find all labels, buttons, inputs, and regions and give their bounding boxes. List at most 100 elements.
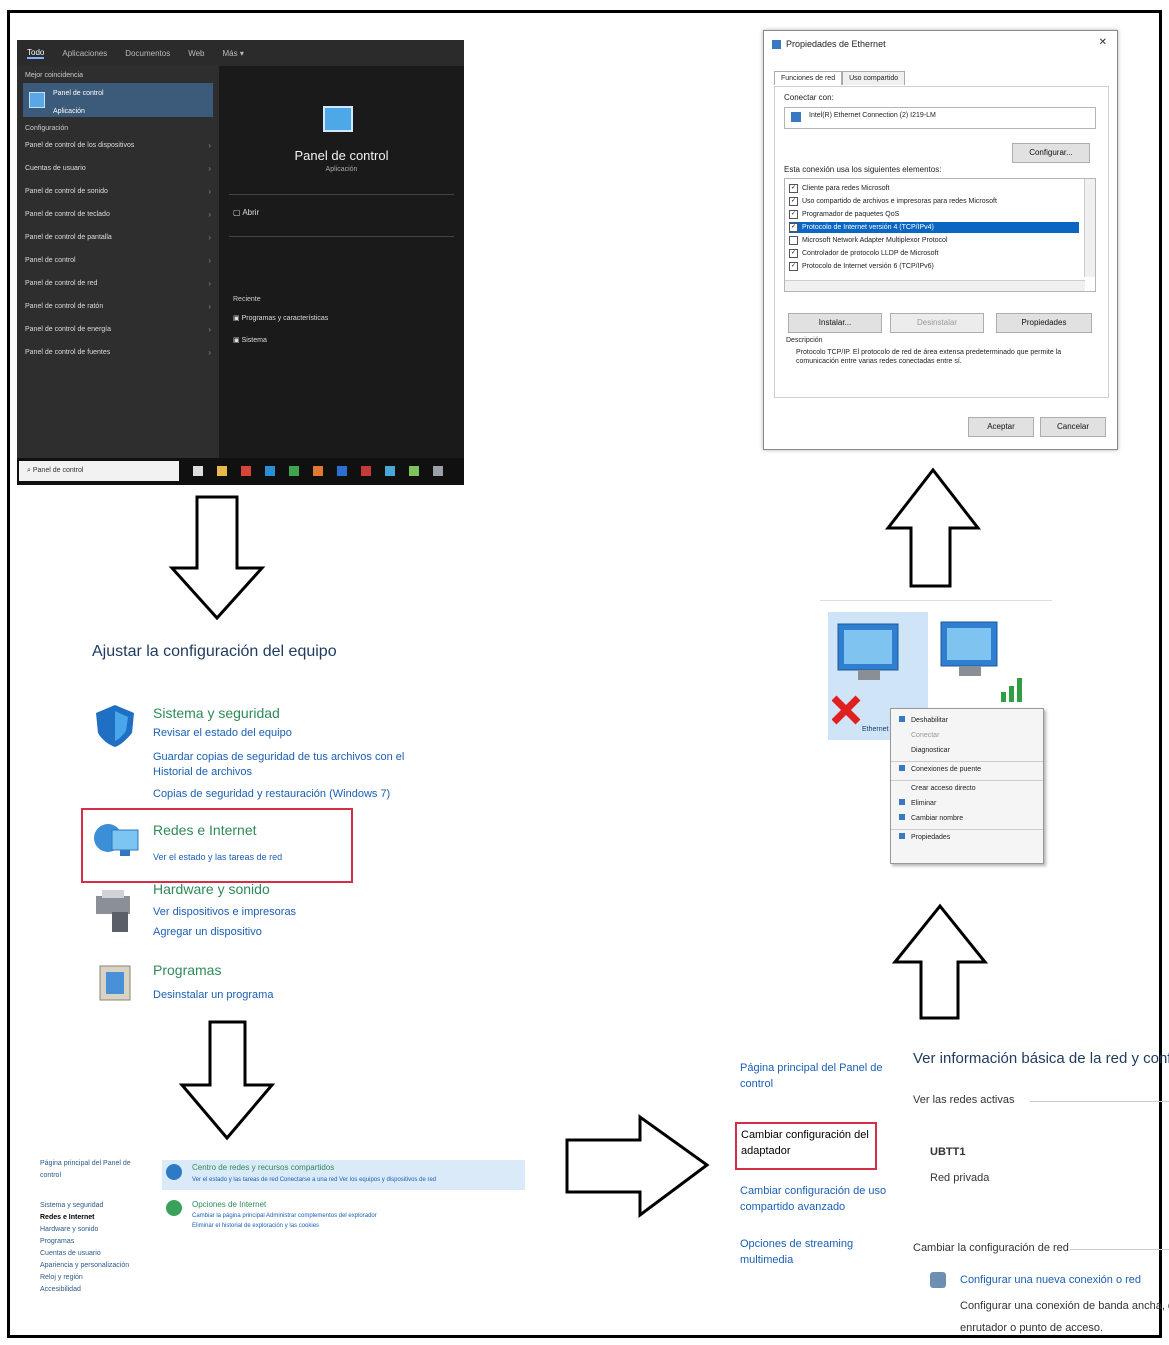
- component-item[interactable]: ✓ Protocolo de Internet versión 6 (TCP/IP…: [789, 261, 1079, 272]
- arrow-down-1: [168, 495, 266, 621]
- checkbox-checked: ✓: [789, 196, 798, 206]
- sidebar-link[interactable]: Hardware y sonido: [40, 1224, 150, 1236]
- menu-item-shortcut[interactable]: Crear acceso directo: [891, 780, 1043, 796]
- category-title-hardware[interactable]: Hardware y sonido: [153, 881, 270, 897]
- new-connection-icon: [930, 1272, 946, 1288]
- shield-icon: [899, 799, 905, 805]
- checkbox-checked: ✓: [789, 261, 798, 271]
- shield-icon: [899, 814, 905, 820]
- component-item[interactable]: ✓ Cliente para redes Microsoft: [789, 183, 1079, 194]
- sidebar-link[interactable]: Reloj y región: [40, 1272, 150, 1284]
- sidebar-link-home[interactable]: Página principal del Panel de control: [740, 1060, 890, 1092]
- close-icon[interactable]: ✕: [1099, 37, 1107, 48]
- component-item[interactable]: Microsoft Network Adapter Multiplexor Pr…: [789, 235, 1079, 246]
- category-link[interactable]: Agregar un dispositivo: [153, 925, 262, 940]
- ok-button[interactable]: Aceptar: [968, 417, 1034, 437]
- category-link[interactable]: Revisar el estado del equipo: [153, 726, 438, 741]
- menu-item-disable[interactable]: Deshabilitar: [891, 713, 1043, 728]
- sidebar-link[interactable]: Opciones de streaming multimedia: [740, 1236, 890, 1268]
- divider: [1030, 1101, 1169, 1102]
- component-item[interactable]: ✓ Programador de paquetes QoS: [789, 209, 1079, 220]
- dialog-title: Propiedades de Ethernet: [786, 39, 886, 49]
- change-adapter-settings-link[interactable]: Cambiar configuración del adaptador: [741, 1127, 873, 1159]
- menu-item-bridge[interactable]: Conexiones de puente: [891, 761, 1043, 777]
- sidebar-link-active[interactable]: Redes e Internet: [40, 1212, 150, 1224]
- network-adapter-icon: [791, 112, 801, 122]
- network-icon: [772, 40, 781, 49]
- properties-button[interactable]: Propiedades: [996, 313, 1092, 333]
- category-title-programs[interactable]: Programas: [153, 962, 221, 978]
- setup-description: enrutador o punto de acceso.: [960, 1322, 1104, 1334]
- sidebar-link[interactable]: Sistema y seguridad: [40, 1200, 150, 1212]
- shield-icon: [899, 716, 905, 722]
- install-button[interactable]: Instalar...: [788, 313, 882, 333]
- checkbox-checked: ✓: [789, 209, 798, 219]
- sidebar-link[interactable]: Cambiar configuración de uso compartido …: [740, 1183, 890, 1215]
- setup-connection-link[interactable]: Configurar una nueva conexión o red: [960, 1272, 1141, 1288]
- shield-icon: [96, 705, 134, 747]
- arrow-right: [565, 1114, 710, 1218]
- shield-icon: [899, 765, 905, 771]
- vertical-scrollbar[interactable]: [1084, 179, 1095, 277]
- dialog-tabs: Funciones de red Uso compartido: [774, 71, 906, 85]
- component-item-selected[interactable]: ✓ Protocolo de Internet versión 4 (TCP/IP…: [789, 222, 1079, 233]
- category-link[interactable]: Ver dispositivos e impresoras: [153, 905, 296, 920]
- menu-item-connect: Conectar: [911, 732, 940, 739]
- network-center-title[interactable]: Centro de redes y recursos compartidos: [192, 1163, 334, 1172]
- wifi-adapter-icon[interactable]: [935, 616, 1030, 711]
- change-network-label: Cambiar la configuración de red: [913, 1242, 1069, 1254]
- category-link[interactable]: Copias de seguridad y restauración (Wind…: [153, 787, 438, 802]
- category-title-networks[interactable]: Redes e Internet: [153, 822, 257, 838]
- components-list[interactable]: ✓ Cliente para redes Microsoft ✓ Uso compa…: [784, 178, 1096, 292]
- tab-networking[interactable]: Funciones de red: [774, 71, 843, 85]
- sidebar-link[interactable]: Programas: [40, 1236, 150, 1248]
- network-type: Red privada: [930, 1172, 990, 1184]
- description-label: Descripción: [786, 337, 823, 344]
- setup-description: Configurar una conexión de banda ancha, …: [960, 1300, 1169, 1312]
- shield-icon: [899, 833, 905, 839]
- arrow-up-2: [884, 467, 982, 588]
- horizontal-scrollbar[interactable]: [785, 280, 1085, 291]
- internet-options-links[interactable]: Cambiar la página principal Administrar …: [192, 1213, 377, 1219]
- menu-item-rename[interactable]: Cambiar nombre: [891, 811, 1043, 826]
- sidebar-link[interactable]: Apariencia y personalización: [40, 1260, 150, 1272]
- adapter-name: Intel(R) Ethernet Connection (2) I219-LM: [809, 112, 936, 119]
- description-text: Protocolo TCP/IP. El protocolo de red de…: [796, 349, 1062, 365]
- ethernet-properties-dialog: Propiedades de Ethernet ✕ Funciones de r…: [763, 30, 1118, 450]
- active-networks-label: Ver las redes activas: [913, 1094, 1015, 1106]
- tab-sharing[interactable]: Uso compartido: [842, 71, 906, 85]
- network-center-heading: Ver información básica de la red y confi…: [913, 1050, 1169, 1067]
- menu-item-delete[interactable]: Eliminar: [891, 796, 1043, 811]
- cancel-button[interactable]: Cancelar: [1040, 417, 1106, 437]
- category-link[interactable]: Guardar copias de seguridad de tus archi…: [153, 750, 438, 780]
- connect-using-label: Conectar con:: [784, 93, 834, 102]
- components-label: Esta conexión usa los siguientes element…: [784, 165, 942, 174]
- category-title-system-security[interactable]: Sistema y seguridad: [153, 705, 280, 721]
- network-globe-icon: [94, 824, 139, 856]
- sidebar-link[interactable]: Cuentas de usuario: [40, 1248, 150, 1260]
- adapter-label: Ethernet: [862, 726, 889, 733]
- configure-button[interactable]: Configurar...: [1012, 143, 1090, 163]
- sidebar-link[interactable]: Accesibilidad: [40, 1284, 150, 1296]
- adapter-context-menu: Deshabilitar Conectar Diagnosticar Conex…: [890, 708, 1044, 864]
- divider: [1070, 1249, 1169, 1250]
- internet-options-title[interactable]: Opciones de Internet: [192, 1200, 266, 1209]
- network-name: UBTT1: [930, 1146, 966, 1158]
- arrow-up-1: [891, 903, 989, 1020]
- menu-item-diagnose[interactable]: Diagnosticar: [891, 743, 1043, 758]
- internet-options-links[interactable]: Eliminar el historial de exploración y l…: [192, 1223, 319, 1229]
- printer-speaker-icon: [96, 890, 130, 932]
- network-strip-sidebar: Página principal del Panel de control Si…: [40, 1158, 150, 1296]
- adapter-field: Intel(R) Ethernet Connection (2) I219-LM: [784, 107, 1096, 129]
- network-center-links[interactable]: Ver el estado y las tareas de red Conect…: [192, 1177, 436, 1183]
- checkbox-unchecked: [789, 235, 798, 245]
- sidebar-link[interactable]: Página principal del Panel de control: [40, 1158, 150, 1182]
- checkbox-checked: ✓: [789, 248, 798, 258]
- component-item[interactable]: ✓ Uso compartido de archivos e impresoras…: [789, 196, 1079, 207]
- category-link[interactable]: Ver el estado y las tareas de red: [153, 850, 343, 865]
- component-item[interactable]: ✓ Controlador de protocolo LLDP de Micros…: [789, 248, 1079, 259]
- checkbox-checked: ✓: [789, 183, 798, 193]
- menu-item-properties[interactable]: Propiedades: [891, 829, 1043, 845]
- network-center-icon: [166, 1164, 182, 1180]
- category-link[interactable]: Desinstalar un programa: [153, 988, 273, 1003]
